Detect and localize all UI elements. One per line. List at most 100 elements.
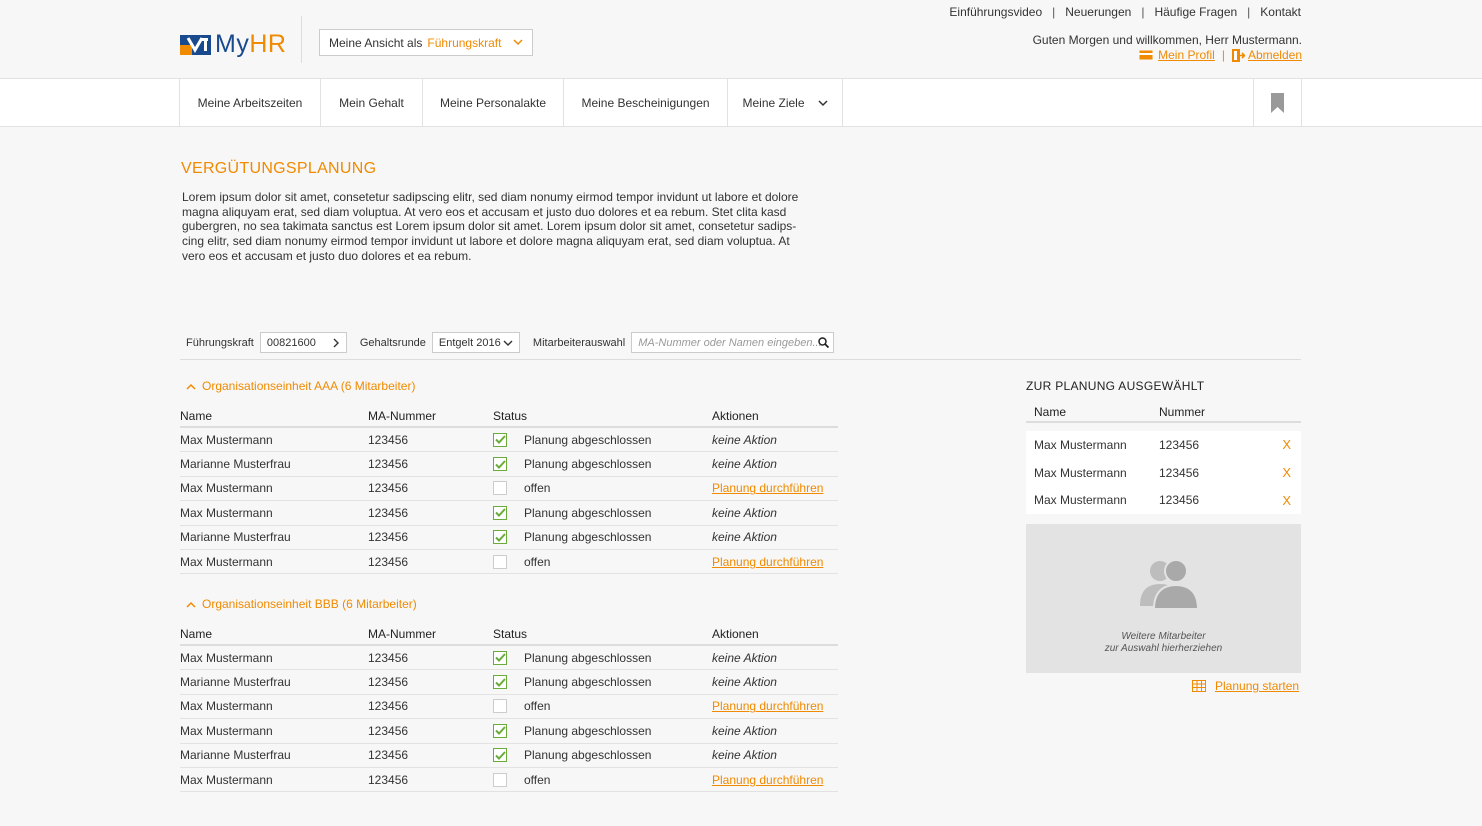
table-row: Max Mustermann 123456 Planung abgeschlosse… (180, 501, 838, 526)
selected-name: Max Mustermann (1034, 493, 1127, 508)
bookmark-button[interactable] (1253, 79, 1302, 127)
status-text: offen (524, 554, 551, 569)
search-icon[interactable] (818, 337, 830, 348)
view-select[interactable]: Meine Ansicht als Führungskraft (319, 29, 533, 56)
plan-action-link[interactable]: Planung durchführen (712, 699, 823, 713)
status-text: Planung abgeschlossen (524, 723, 652, 738)
drop-zone-text: Weitere Mitarbeiter zur Auswahl hierherz… (1104, 631, 1223, 654)
status-checkbox[interactable] (493, 530, 507, 545)
employee-table-aaa: Name MA-Nummer Status Aktionen Max Muste… (180, 406, 838, 575)
chevron-right-icon (333, 338, 339, 348)
employee-name: Marianne Musterfrau (180, 457, 291, 472)
employee-name: Marianne Musterfrau (180, 675, 291, 690)
nav-item-personnel-file[interactable]: Meine Personalakte (422, 79, 563, 127)
table-row: Marianne Musterfrau 123456 Planung abgesch… (180, 744, 838, 768)
status-checkbox[interactable] (493, 699, 507, 714)
nav-item-salary[interactable]: Mein Gehalt (320, 79, 422, 127)
no-action-text: keine Aktion (712, 723, 777, 738)
status-text: offen (524, 699, 551, 714)
check-icon (494, 751, 506, 760)
logo[interactable]: MyHR (180, 30, 286, 59)
table-row: Marianne Musterfrau 123456 Planung abgesch… (180, 670, 838, 695)
users-icon (1140, 559, 1200, 610)
header: MyHR Meine Ansicht als Führungskraft Ein… (0, 0, 1482, 79)
status-checkbox[interactable] (493, 457, 507, 472)
logout-link[interactable]: Abmelden (1231, 48, 1302, 62)
no-action-text: keine Aktion (712, 650, 777, 665)
link-faq[interactable]: Häufige Fragen (1154, 5, 1237, 19)
employee-number: 123456 (368, 432, 409, 447)
remove-selection-button[interactable]: X (1282, 465, 1291, 480)
link-contact[interactable]: Kontakt (1260, 5, 1301, 19)
table-row: Max Mustermann 123456 offen Planung durchfü… (180, 768, 838, 793)
check-icon (494, 508, 506, 518)
no-action-text: keine Aktion (712, 675, 777, 690)
status-checkbox[interactable] (493, 505, 507, 520)
employee-search-input[interactable]: MA-Nummer oder Namen eingeben... (631, 332, 835, 353)
status-checkbox[interactable] (493, 650, 507, 665)
plan-action-link[interactable]: Planung durchführen (712, 555, 823, 569)
status-text: offen (524, 772, 551, 787)
check-icon (494, 726, 506, 736)
status-checkbox[interactable] (493, 723, 507, 738)
selected-name: Max Mustermann (1034, 437, 1127, 452)
plan-action-link[interactable]: Planung durchführen (712, 481, 823, 495)
link-news[interactable]: Neuerungen (1065, 5, 1131, 19)
employee-label: Mitarbeiterauswahl (532, 336, 626, 349)
status-checkbox[interactable] (493, 554, 507, 569)
greeting: Guten Morgen und willkommen, Herr Muster… (1032, 33, 1302, 47)
status-text: Planung abgeschlossen (524, 675, 652, 690)
remove-selection-button[interactable]: X (1282, 437, 1291, 452)
header-divider (301, 16, 302, 63)
manager-select[interactable]: 00821600 (259, 332, 347, 353)
card-icon (1139, 50, 1153, 60)
status-text: Planung abgeschlossen (524, 432, 652, 447)
table-header: Name MA-Nummer Status Aktionen (180, 406, 838, 428)
selected-employee-row: Max Mustermann 123456 X (1026, 459, 1301, 487)
nav-item-certificates[interactable]: Meine Bescheinigungen (563, 79, 727, 127)
employee-name: Max Mustermann (180, 554, 273, 569)
status-text: Planung abgeschlossen (524, 650, 652, 665)
nav-item-goals[interactable]: Meine Ziele (727, 79, 843, 127)
employee-number: 123456 (368, 554, 409, 569)
remove-selection-button[interactable]: X (1282, 493, 1291, 508)
nav-item-work-hours[interactable]: Meine Arbeitszeiten (179, 79, 320, 127)
intro-text: Lorem ipsum dolor sit amet, consetetur s… (182, 190, 799, 263)
table-row: Max Mustermann 123456 offen Planung durchfü… (180, 477, 838, 502)
table-row: Max Mustermann 123456 offen Planung durchfü… (180, 695, 838, 720)
table-row: Max Mustermann 123456 Planung abgeschlosse… (180, 719, 838, 744)
filter-divider (180, 359, 1301, 360)
group-toggle-bbb[interactable]: Organisationseinheit BBB (6 Mitarbeiter) (186, 597, 417, 611)
status-checkbox[interactable] (493, 748, 507, 763)
table-header: Name MA-Nummer Status Aktionen (180, 624, 838, 646)
chevron-down-icon (817, 100, 828, 107)
status-text: offen (524, 481, 551, 496)
top-links: Einführungsvideo | Neuerungen | Häufige Fr… (949, 5, 1301, 19)
selected-employee-row: Max Mustermann 123456 X (1026, 431, 1301, 459)
view-select-value: Führungskraft (427, 35, 502, 50)
profile-links: Mein Profil | Abmelden (1139, 48, 1302, 62)
round-select[interactable]: Entgelt 2016 (431, 332, 520, 353)
plan-action-link[interactable]: Planung durchführen (712, 773, 823, 787)
start-planning-button[interactable]: Planung starten (1192, 679, 1299, 693)
link-intro-video[interactable]: Einführungsvideo (949, 5, 1042, 19)
drop-zone[interactable]: Weitere Mitarbeiter zur Auswahl hierherz… (1026, 524, 1301, 673)
status-checkbox[interactable] (493, 772, 507, 787)
status-text: Planung abgeschlossen (524, 748, 652, 763)
status-checkbox[interactable] (493, 481, 507, 496)
status-checkbox[interactable] (493, 675, 507, 690)
employee-number: 123456 (368, 675, 409, 690)
group-toggle-aaa[interactable]: Organisationseinheit AAA (6 Mitarbeiter) (186, 379, 415, 393)
round-label: Gehaltsrunde (359, 336, 426, 349)
no-action-text: keine Aktion (712, 748, 777, 763)
employee-name: Marianne Musterfrau (180, 748, 291, 763)
selected-employee-row: Max Mustermann 123456 X (1026, 486, 1301, 514)
status-checkbox[interactable] (493, 432, 507, 447)
employee-number: 123456 (368, 748, 409, 763)
check-icon (494, 435, 506, 445)
table-row: Marianne Musterfrau 123456 Planung abgesch… (180, 452, 838, 477)
selected-number: 123456 (1159, 465, 1200, 480)
bookmark-icon (1271, 93, 1284, 113)
selection-title: ZUR PLANUNG AUSGEWÄHLT (1026, 379, 1205, 393)
profile-link[interactable]: Mein Profil (1139, 48, 1215, 62)
